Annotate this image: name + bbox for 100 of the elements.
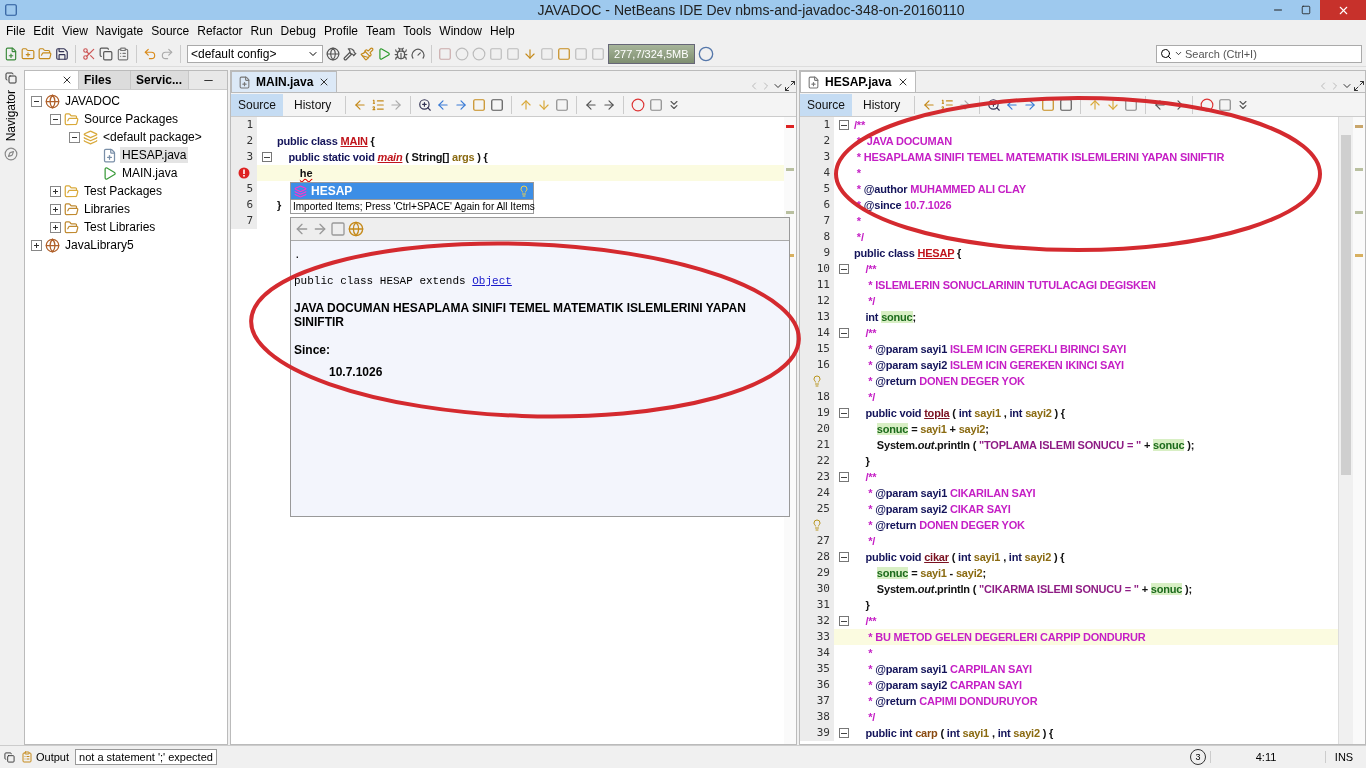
restore-window-icon[interactable] (5, 72, 17, 84)
collapse-toggle-icon[interactable] (69, 131, 80, 143)
tree-item[interactable]: Libraries (82, 201, 133, 217)
restore-window-icon[interactable] (4, 751, 15, 763)
gc-icon[interactable] (697, 45, 714, 62)
project-icon[interactable] (45, 237, 60, 253)
menu-item[interactable]: Profile (320, 23, 362, 38)
file-icon[interactable] (238, 75, 251, 89)
globe-icon[interactable] (326, 46, 340, 61)
left-arrow-icon[interactable] (436, 97, 451, 112)
chevron-down-icon[interactable] (1174, 49, 1183, 58)
menu-item[interactable]: Tools (399, 23, 436, 38)
compass-icon[interactable] (4, 147, 18, 162)
menu-item[interactable]: Debug (276, 23, 320, 38)
menu-item[interactable]: Run (246, 23, 277, 38)
lightbulb-icon[interactable] (811, 519, 823, 531)
search-icon[interactable] (1160, 47, 1172, 60)
expand-toggle-icon[interactable] (31, 239, 42, 251)
tree-item[interactable]: <default package> (101, 129, 204, 145)
stop-icon[interactable] (1218, 97, 1233, 112)
list-icon[interactable] (371, 97, 386, 112)
right-arrow-icon[interactable] (454, 97, 469, 112)
maximize-icon[interactable] (784, 80, 796, 92)
open-browser-icon[interactable] (348, 221, 364, 237)
output-button[interactable]: Output (19, 751, 72, 763)
cut-icon[interactable] (82, 46, 96, 61)
paste-icon[interactable] (116, 46, 130, 61)
view-tab[interactable]: History (287, 93, 339, 116)
panel-tab[interactable]: Servic... (131, 71, 189, 89)
menu-item[interactable]: Navigate (91, 23, 148, 38)
maximize-icon[interactable] (1353, 80, 1365, 92)
fold-toggle[interactable] (262, 152, 272, 162)
main-icon[interactable] (102, 165, 117, 181)
menu-item[interactable]: Source (147, 23, 194, 38)
menu-item[interactable]: Help (486, 23, 519, 38)
shift-left-icon[interactable] (584, 97, 599, 112)
stop-icon[interactable] (649, 97, 664, 112)
view-tab[interactable]: History (856, 93, 908, 116)
menu-item[interactable]: View (58, 23, 92, 38)
expand-toggle-icon[interactable] (50, 203, 61, 215)
menu-item[interactable]: Window (435, 23, 487, 38)
tree-item[interactable]: Test Libraries (82, 219, 158, 235)
debug-icon[interactable] (394, 46, 408, 61)
run-icon[interactable] (377, 46, 391, 61)
back-icon[interactable] (922, 97, 937, 112)
collapse-toggle-icon[interactable] (50, 113, 61, 125)
expand-toggle-icon[interactable] (50, 185, 61, 197)
menu-item[interactable]: Refactor (193, 23, 247, 38)
tree-item[interactable]: Test Packages (82, 183, 165, 199)
tree-item[interactable]: HESAP.java (120, 147, 189, 163)
editor-tab[interactable]: HESAP.java (800, 71, 916, 92)
object-link[interactable]: Object (472, 275, 512, 287)
project-icon[interactable] (45, 93, 60, 109)
list-icon[interactable] (940, 97, 955, 112)
collapse-toggle-icon[interactable] (31, 95, 42, 107)
new-file-icon[interactable] (4, 46, 18, 61)
save-icon[interactable] (55, 46, 69, 61)
back-icon[interactable] (294, 221, 310, 237)
view-tab[interactable]: Source (231, 93, 284, 116)
forward-icon[interactable] (312, 221, 328, 237)
editor-tab[interactable]: MAIN.java (231, 71, 338, 92)
step-out-icon[interactable] (523, 46, 537, 61)
search-icon[interactable] (987, 97, 1002, 112)
record-icon[interactable] (631, 97, 646, 112)
search-field[interactable]: Search (Ctrl+I) (1156, 44, 1362, 63)
search-icon[interactable] (418, 97, 433, 112)
file-icon[interactable] (807, 75, 820, 89)
view-tab[interactable]: Source (800, 93, 853, 116)
back-icon[interactable] (353, 97, 368, 112)
expand-toggle-icon[interactable] (50, 221, 61, 233)
tree-item[interactable]: Source Packages (82, 111, 181, 127)
tree-item[interactable]: MAIN.java (120, 165, 180, 181)
shift-right-icon[interactable] (602, 97, 617, 112)
fold-toggle[interactable] (839, 616, 849, 626)
fold-toggle[interactable] (839, 328, 849, 338)
config-dropdown[interactable]: <default config> (187, 44, 323, 63)
fold-toggle[interactable] (839, 264, 849, 274)
undo-icon[interactable] (143, 46, 157, 61)
fold-toggle[interactable] (839, 408, 849, 418)
navigator-tab[interactable]: Navigator (4, 90, 18, 142)
panel-tab[interactable]: Files (79, 71, 131, 89)
java-icon[interactable] (102, 147, 117, 163)
redo-icon[interactable] (160, 46, 174, 61)
close-icon[interactable] (61, 74, 73, 86)
fold-toggle[interactable] (839, 472, 849, 482)
tree-item[interactable]: JavaLibrary5 (63, 237, 136, 253)
brush-icon[interactable] (360, 46, 374, 61)
copy-icon[interactable] (99, 46, 113, 61)
profile-icon[interactable] (411, 46, 425, 61)
search-input[interactable]: Search (Ctrl+I) (1185, 47, 1355, 60)
menu-item[interactable]: Edit (29, 23, 59, 38)
fold-toggle[interactable] (839, 728, 849, 738)
new-project-icon[interactable] (21, 46, 35, 61)
record-icon[interactable] (1200, 97, 1215, 112)
tree-item[interactable]: JAVADOC (63, 93, 122, 109)
menu-item[interactable]: File (2, 23, 30, 38)
fold-toggle[interactable] (839, 120, 849, 130)
menu-item[interactable]: Team (362, 23, 400, 38)
forward-icon[interactable] (389, 97, 404, 112)
lightbulb-icon[interactable] (811, 375, 823, 387)
